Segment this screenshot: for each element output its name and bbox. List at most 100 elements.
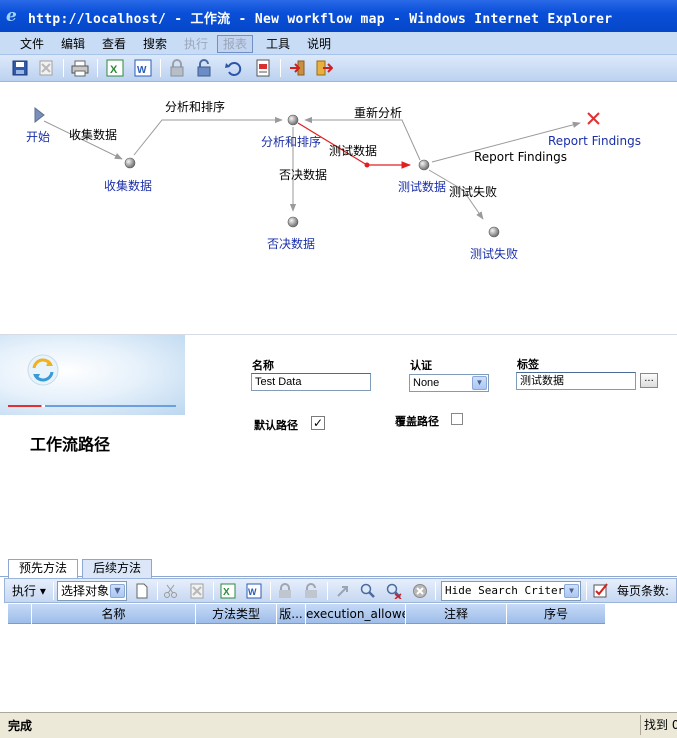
toolbar-separator xyxy=(435,582,436,600)
node-analyze[interactable] xyxy=(287,114,299,126)
excel-export-icon[interactable]: X xyxy=(106,59,124,77)
edge-collect-analyze[interactable] xyxy=(133,116,283,156)
node-label-test[interactable]: 测试数据 xyxy=(398,178,446,195)
node-label-report[interactable]: Report Findings xyxy=(548,134,641,148)
grid-toolbar: 执行 ▾ 选择对象 ▼ X W Hide Search Criteria ▼ 每… xyxy=(4,578,677,603)
tab-post-methods[interactable]: 后续方法 xyxy=(82,559,153,578)
menu-edit[interactable]: 编辑 xyxy=(59,35,87,53)
node-collect[interactable] xyxy=(124,157,136,169)
tab-pre-methods[interactable]: 预先方法 xyxy=(8,559,79,579)
menu-bar: 文件 编辑 查看 搜索 执行 报表 工具 说明 xyxy=(0,32,677,55)
menu-file[interactable]: 文件 xyxy=(18,35,46,53)
chevron-down-icon[interactable]: ▼ xyxy=(472,376,487,390)
auth-select-value: None xyxy=(413,377,440,389)
menu-view[interactable]: 查看 xyxy=(100,35,128,53)
node-reject[interactable] xyxy=(287,216,299,228)
status-text: 完成 xyxy=(8,719,33,733)
delete-icon[interactable] xyxy=(189,583,205,599)
start-node-icon[interactable] xyxy=(34,106,45,124)
column-header-version[interactable]: 版... xyxy=(277,604,306,624)
unlock-icon[interactable] xyxy=(303,583,319,599)
lock-icon[interactable] xyxy=(277,583,293,599)
toolbar-separator xyxy=(97,59,98,77)
column-header-sort-order[interactable]: 序号 xyxy=(507,604,606,624)
select-object-dropdown[interactable]: 选择对象 ▼ xyxy=(57,581,127,601)
path-properties-panel: 工作流路径 名称 Test Data 认证 None ▼ 标签 测试数据 ...… xyxy=(0,334,677,556)
promote-icon[interactable] xyxy=(335,583,351,599)
edge-label-start-collect[interactable]: 收集数据 xyxy=(69,126,117,143)
edge-label-test-report[interactable]: Report Findings xyxy=(474,150,567,164)
column-header-name[interactable]: 名称 xyxy=(32,604,196,624)
edge-label-test-fail[interactable]: 测试失败 xyxy=(449,183,497,200)
menu-help[interactable]: 说明 xyxy=(305,35,333,53)
edge-waypoint[interactable] xyxy=(364,162,370,168)
edge-label-test-analyze[interactable]: 重新分析 xyxy=(354,104,402,121)
toolbar-separator xyxy=(327,582,328,600)
node-label-analyze[interactable]: 分析和排序 xyxy=(261,133,321,150)
column-header-method-type[interactable]: 方法类型 xyxy=(196,604,277,624)
node-label-reject[interactable]: 否决数据 xyxy=(267,235,315,252)
new-item-icon[interactable] xyxy=(134,583,150,599)
toolbar-separator xyxy=(157,582,158,600)
panel-logo-underline xyxy=(8,405,176,407)
search-criteria-dropdown[interactable]: Hide Search Criteria ▼ xyxy=(441,581,581,601)
name-label: 名称 xyxy=(252,359,274,372)
print-icon[interactable] xyxy=(71,59,89,77)
edge-label-analyze-reject[interactable]: 否决数据 xyxy=(279,166,327,183)
workflow-diagram xyxy=(34,106,600,238)
toolbar-separator xyxy=(53,582,54,600)
panel-title: 工作流路径 xyxy=(30,435,111,454)
cut-icon[interactable] xyxy=(163,583,179,599)
lock-icon[interactable] xyxy=(168,59,186,77)
save-icon[interactable] xyxy=(11,59,29,77)
menu-execute[interactable]: 执行 xyxy=(182,35,210,53)
chevron-down-icon[interactable]: ▼ xyxy=(110,584,125,598)
execute-dropdown[interactable]: 执行 ▾ xyxy=(12,582,46,600)
node-label-start[interactable]: 开始 xyxy=(26,128,50,145)
delete-icon[interactable] xyxy=(37,59,55,77)
report-icon[interactable] xyxy=(254,59,272,77)
default-path-checkbox[interactable]: ✓ xyxy=(311,416,325,430)
column-header-execution-allowed[interactable]: execution_allowe... xyxy=(306,604,406,624)
stop-search-icon[interactable] xyxy=(412,583,428,599)
unlock-icon[interactable] xyxy=(195,59,213,77)
filter-checkbox-icon[interactable] xyxy=(593,583,609,599)
exit-icon[interactable] xyxy=(315,59,333,77)
workflow-canvas[interactable]: 开始 收集数据 分析和排序 否决数据 测试数据 测试失败 Report Find… xyxy=(0,83,677,333)
undo-icon[interactable] xyxy=(224,59,242,77)
menu-report[interactable]: 报表 xyxy=(217,35,254,53)
override-path-label: 覆盖路径 xyxy=(395,415,439,428)
menu-search[interactable]: 搜索 xyxy=(141,35,169,53)
internet-explorer-icon: e xyxy=(6,6,17,26)
method-tabs: 预先方法 后续方法 xyxy=(0,557,677,579)
end-node-icon[interactable] xyxy=(587,112,600,125)
login-icon[interactable] xyxy=(288,59,306,77)
tag-browse-button[interactable]: ... xyxy=(640,373,658,388)
edge-label-analyze-test[interactable]: 测试数据 xyxy=(329,142,377,159)
tag-input[interactable]: 测试数据 xyxy=(516,372,636,390)
search-icon[interactable] xyxy=(360,583,376,599)
column-header-comments[interactable]: 注释 xyxy=(406,604,507,624)
chevron-down-icon[interactable]: ▼ xyxy=(564,584,579,598)
node-test[interactable] xyxy=(418,159,430,171)
column-header-select[interactable] xyxy=(8,604,32,624)
node-fail[interactable] xyxy=(488,226,500,238)
word-export-icon[interactable]: W xyxy=(246,583,262,599)
auth-select[interactable]: None ▼ xyxy=(409,374,489,392)
excel-export-icon[interactable]: X xyxy=(220,583,236,599)
name-input[interactable]: Test Data xyxy=(251,373,371,391)
status-bar: 完成 找到 0 xyxy=(0,712,677,738)
menu-tools[interactable]: 工具 xyxy=(264,35,292,53)
grid-body[interactable] xyxy=(8,625,677,711)
clear-search-icon[interactable] xyxy=(386,583,402,599)
execute-dropdown-label: 执行 xyxy=(12,584,37,598)
toolbar-separator xyxy=(280,59,281,77)
window-titlebar: e http://localhost/ - 工作流 - New workflow… xyxy=(0,0,677,32)
edge-label-collect-analyze[interactable]: 分析和排序 xyxy=(165,98,225,115)
override-path-checkbox[interactable] xyxy=(451,413,463,425)
node-label-collect[interactable]: 收集数据 xyxy=(104,177,152,194)
word-export-icon[interactable]: W xyxy=(134,59,152,77)
toolbar-separator xyxy=(586,582,587,600)
node-label-fail[interactable]: 测试失败 xyxy=(470,245,518,262)
svg-text:X: X xyxy=(223,587,230,598)
